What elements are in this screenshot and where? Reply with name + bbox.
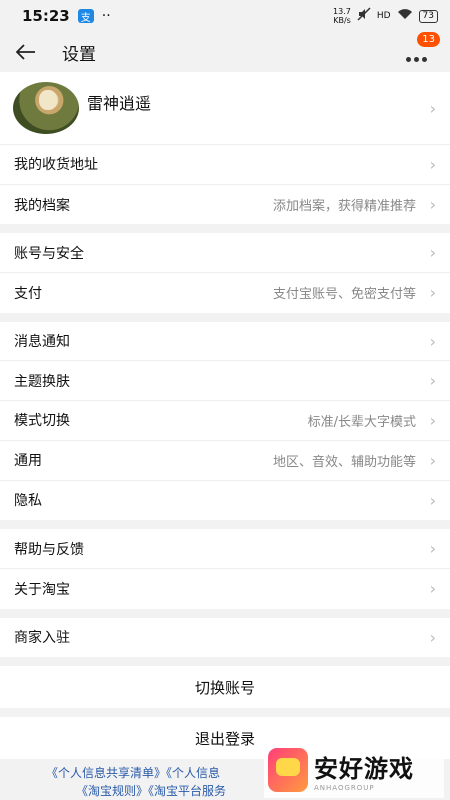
net-speed-unit: KB/s	[333, 16, 351, 25]
chevron-right-icon: ›	[429, 195, 436, 215]
chevron-right-icon: ›	[429, 450, 436, 470]
profile-row[interactable]: 雷神逍遥 ›	[0, 72, 450, 145]
settings-item-hint: 地区、音效、辅助功能等	[272, 454, 416, 470]
more-notifications-dots: ··	[101, 8, 111, 24]
chevron-right-icon: ›	[429, 490, 436, 510]
avatar	[13, 82, 79, 134]
wifi-icon	[397, 8, 413, 24]
settings-item-help-feedback[interactable]: 帮助与反馈 ›	[0, 529, 450, 569]
settings-item-label: 我的档案	[14, 197, 70, 214]
settings-item-label: 关于淘宝	[14, 581, 70, 598]
account-group: 账号与安全 › 支付 支付宝账号、免密支付等 ›	[0, 233, 450, 313]
game-controller-logo-icon	[268, 748, 308, 792]
section-gap	[0, 520, 450, 530]
net-speed: 13.7 KB/s	[333, 7, 351, 25]
profile-name: 雷神逍遥	[87, 94, 152, 113]
chevron-right-icon: ›	[429, 579, 436, 599]
chevron-right-icon: ›	[429, 331, 436, 351]
mute-icon	[357, 7, 371, 25]
watermark-text: 安好游戏 ANHAOGROUP	[314, 749, 414, 792]
settings-item-payment[interactable]: 支付 支付宝账号、免密支付等 ›	[0, 273, 450, 313]
status-time: 15:23	[22, 7, 70, 25]
section-gap	[0, 708, 450, 718]
more-menu-button[interactable]: 13	[406, 32, 440, 66]
settings-item-mode-switch[interactable]: 模式切换 标准/长辈大字模式 ›	[0, 401, 450, 441]
chevron-right-icon: ›	[429, 243, 436, 263]
general-group: 消息通知 › 主题换肤 › 模式切换 标准/长辈大字模式 › 通用 地区、音效、…	[0, 321, 450, 521]
header: 设置 13	[0, 32, 450, 72]
settings-item-label: 商家入驻	[14, 630, 70, 647]
switch-account-button[interactable]: 切换账号	[0, 666, 450, 709]
battery-indicator: 73	[418, 9, 438, 23]
settings-item-account-security[interactable]: 账号与安全 ›	[0, 233, 450, 274]
settings-item-label: 主题换肤	[14, 373, 70, 390]
more-icon	[406, 57, 427, 62]
page-title: 设置	[62, 44, 96, 65]
section-gap	[0, 608, 450, 618]
section-gap	[0, 224, 450, 234]
settings-item-label: 通用	[14, 453, 42, 470]
settings-item-hint: 添加档案，获得精准推荐	[272, 199, 416, 215]
chevron-right-icon: ›	[429, 283, 436, 303]
settings-item-theme[interactable]: 主题换肤 ›	[0, 361, 450, 402]
chevron-right-icon: ›	[429, 154, 436, 174]
network-type: HD	[376, 11, 391, 21]
settings-item-label: 模式切换	[14, 413, 70, 430]
section-gap	[0, 657, 450, 667]
settings-item-address[interactable]: 我的收货地址 ›	[0, 145, 450, 185]
settings-item-general[interactable]: 通用 地区、音效、辅助功能等 ›	[0, 441, 450, 481]
watermark-name: 安好游戏	[314, 754, 414, 783]
settings-item-about[interactable]: 关于淘宝 ›	[0, 569, 450, 609]
settings-item-privacy[interactable]: 隐私 ›	[0, 481, 450, 521]
chevron-right-icon: ›	[429, 539, 436, 559]
net-speed-value: 13.7	[333, 7, 351, 16]
status-bar: 15:23 支 ·· 13.7 KB/s HD 73	[0, 0, 450, 32]
settings-item-notifications[interactable]: 消息通知 ›	[0, 322, 450, 362]
chevron-right-icon: ›	[429, 98, 436, 118]
merchant-group: 商家入驻 ›	[0, 617, 450, 658]
settings-item-hint: 标准/长辈大字模式	[307, 414, 416, 430]
chevron-right-icon: ›	[429, 410, 436, 430]
section-gap	[0, 312, 450, 322]
settings-item-label: 帮助与反馈	[14, 541, 84, 558]
profile-group: 雷神逍遥 › 我的收货地址 › 我的档案 添加档案，获得精准推荐 ›	[0, 72, 450, 225]
settings-item-label: 消息通知	[14, 334, 70, 351]
settings-item-label: 隐私	[14, 493, 42, 510]
back-arrow-icon[interactable]	[16, 38, 44, 66]
chevron-right-icon: ›	[429, 371, 436, 391]
settings-item-profile-archive[interactable]: 我的档案 添加档案，获得精准推荐 ›	[0, 185, 450, 225]
settings-item-merchant[interactable]: 商家入驻 ›	[0, 618, 450, 658]
watermark: 安好游戏 ANHAOGROUP	[264, 742, 444, 798]
help-group: 帮助与反馈 › 关于淘宝 ›	[0, 529, 450, 609]
status-left: 15:23 支 ··	[22, 7, 111, 25]
status-right: 13.7 KB/s HD 73	[333, 7, 438, 25]
alipay-notification-icon: 支	[77, 9, 94, 24]
notification-count-badge: 13	[417, 32, 440, 47]
watermark-subtitle: ANHAOGROUP	[314, 783, 375, 792]
settings-item-label: 支付	[14, 285, 42, 302]
chevron-right-icon: ›	[429, 627, 436, 647]
settings-item-label: 我的收货地址	[14, 157, 98, 174]
settings-item-hint: 支付宝账号、免密支付等	[272, 287, 416, 303]
settings-item-label: 账号与安全	[14, 245, 84, 262]
